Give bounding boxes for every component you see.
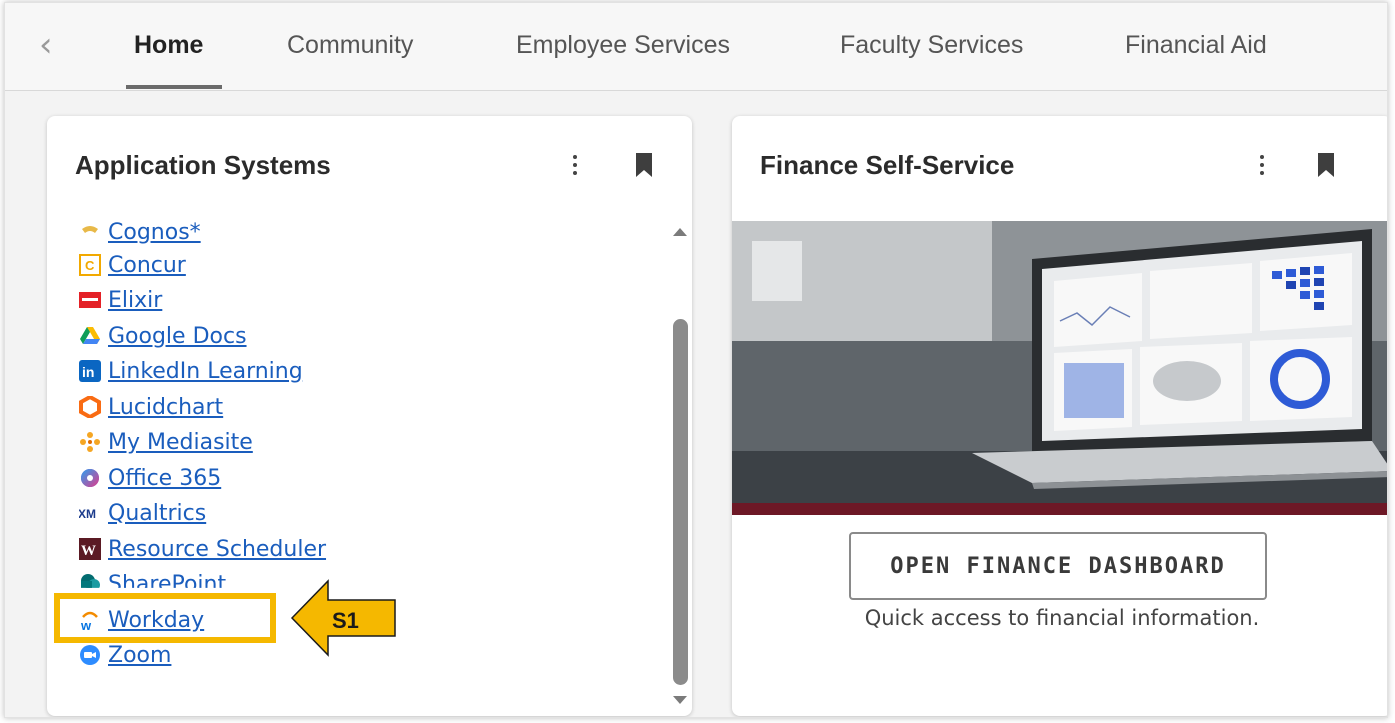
svg-text:W: W — [81, 543, 96, 559]
svg-text:in: in — [82, 364, 94, 380]
tab-faculty-services[interactable]: Faculty Services — [840, 31, 1023, 60]
zoom-icon — [79, 644, 101, 666]
bookmark-icon[interactable] — [635, 152, 653, 178]
app-link-my-mediasite[interactable]: My Mediasite — [108, 430, 253, 455]
more-options-icon[interactable] — [565, 152, 585, 180]
list-item[interactable]: C Concur — [79, 249, 186, 281]
accent-bar — [732, 503, 1387, 515]
open-finance-dashboard-button[interactable]: OPEN FINANCE DASHBOARD — [849, 532, 1267, 600]
office365-icon — [79, 467, 101, 489]
list-item[interactable]: XM Qualtrics — [79, 497, 206, 529]
bookmark-icon[interactable] — [1317, 152, 1335, 178]
finance-self-service-card: Finance Self-Service OPEN FINANCE DASHBO… — [732, 116, 1387, 716]
list-item[interactable]: Google Docs — [79, 320, 247, 352]
list-item[interactable]: Lucidchart — [79, 391, 223, 423]
active-tab-indicator — [126, 85, 222, 89]
app-link-linkedin-learning[interactable]: LinkedIn Learning — [108, 359, 303, 384]
app-link-office-365[interactable]: Office 365 — [108, 466, 221, 491]
app-link-cognos[interactable]: Cognos* — [108, 220, 201, 245]
sharepoint-icon — [79, 573, 101, 588]
svg-text:C: C — [85, 258, 95, 273]
concur-icon: C — [79, 254, 101, 276]
finance-caption: Quick access to financial information. — [864, 606, 1260, 630]
tab-home[interactable]: Home — [134, 31, 203, 60]
tab-financial-aid[interactable]: Financial Aid — [1125, 31, 1267, 60]
tab-employee-services[interactable]: Employee Services — [516, 31, 730, 60]
cognos-icon — [79, 221, 101, 243]
top-nav: ‹ Home Community Employee Services Facul… — [5, 3, 1387, 91]
card-title: Application Systems — [75, 150, 331, 180]
list-item[interactable]: Zoom — [79, 639, 171, 671]
app-link-zoom[interactable]: Zoom — [108, 643, 171, 668]
qualtrics-icon: XM — [79, 502, 101, 524]
laptop-dashboard-image — [732, 221, 1387, 513]
list-item[interactable]: W Resource Scheduler — [79, 533, 326, 565]
workday-highlight-box — [54, 593, 276, 643]
lucidchart-icon — [79, 396, 101, 418]
app-link-qualtrics[interactable]: Qualtrics — [108, 501, 206, 526]
list-item[interactable]: Elixir — [79, 284, 162, 316]
elixir-icon — [79, 289, 101, 311]
linkedin-icon: in — [79, 360, 101, 382]
nav-back-chevron-icon[interactable]: ‹ — [39, 25, 67, 65]
app-link-concur[interactable]: Concur — [108, 253, 186, 278]
step-label: S1 — [332, 608, 359, 633]
scroll-up-arrow-icon[interactable] — [673, 228, 687, 236]
google-drive-icon — [79, 325, 101, 347]
list-item[interactable]: My Mediasite — [79, 426, 253, 458]
more-options-icon[interactable] — [1252, 152, 1272, 180]
tab-community[interactable]: Community — [287, 31, 413, 60]
svg-text:XM: XM — [79, 507, 96, 521]
scrollbar-thumb[interactable] — [673, 319, 688, 685]
mediasite-icon — [79, 431, 101, 453]
list-item[interactable]: Cognos* — [79, 216, 201, 248]
app-link-lucidchart[interactable]: Lucidchart — [108, 395, 223, 420]
portal-frame: ‹ Home Community Employee Services Facul… — [4, 2, 1388, 718]
list-item[interactable]: in LinkedIn Learning — [79, 355, 303, 387]
resource-scheduler-icon: W — [79, 538, 101, 560]
app-link-google-docs[interactable]: Google Docs — [108, 324, 247, 349]
list-item[interactable]: Office 365 — [79, 462, 221, 494]
scroll-down-arrow-icon[interactable] — [673, 696, 687, 704]
app-link-elixir[interactable]: Elixir — [108, 288, 162, 313]
card-title: Finance Self-Service — [760, 150, 1015, 180]
app-link-resource-scheduler[interactable]: Resource Scheduler — [108, 537, 326, 562]
